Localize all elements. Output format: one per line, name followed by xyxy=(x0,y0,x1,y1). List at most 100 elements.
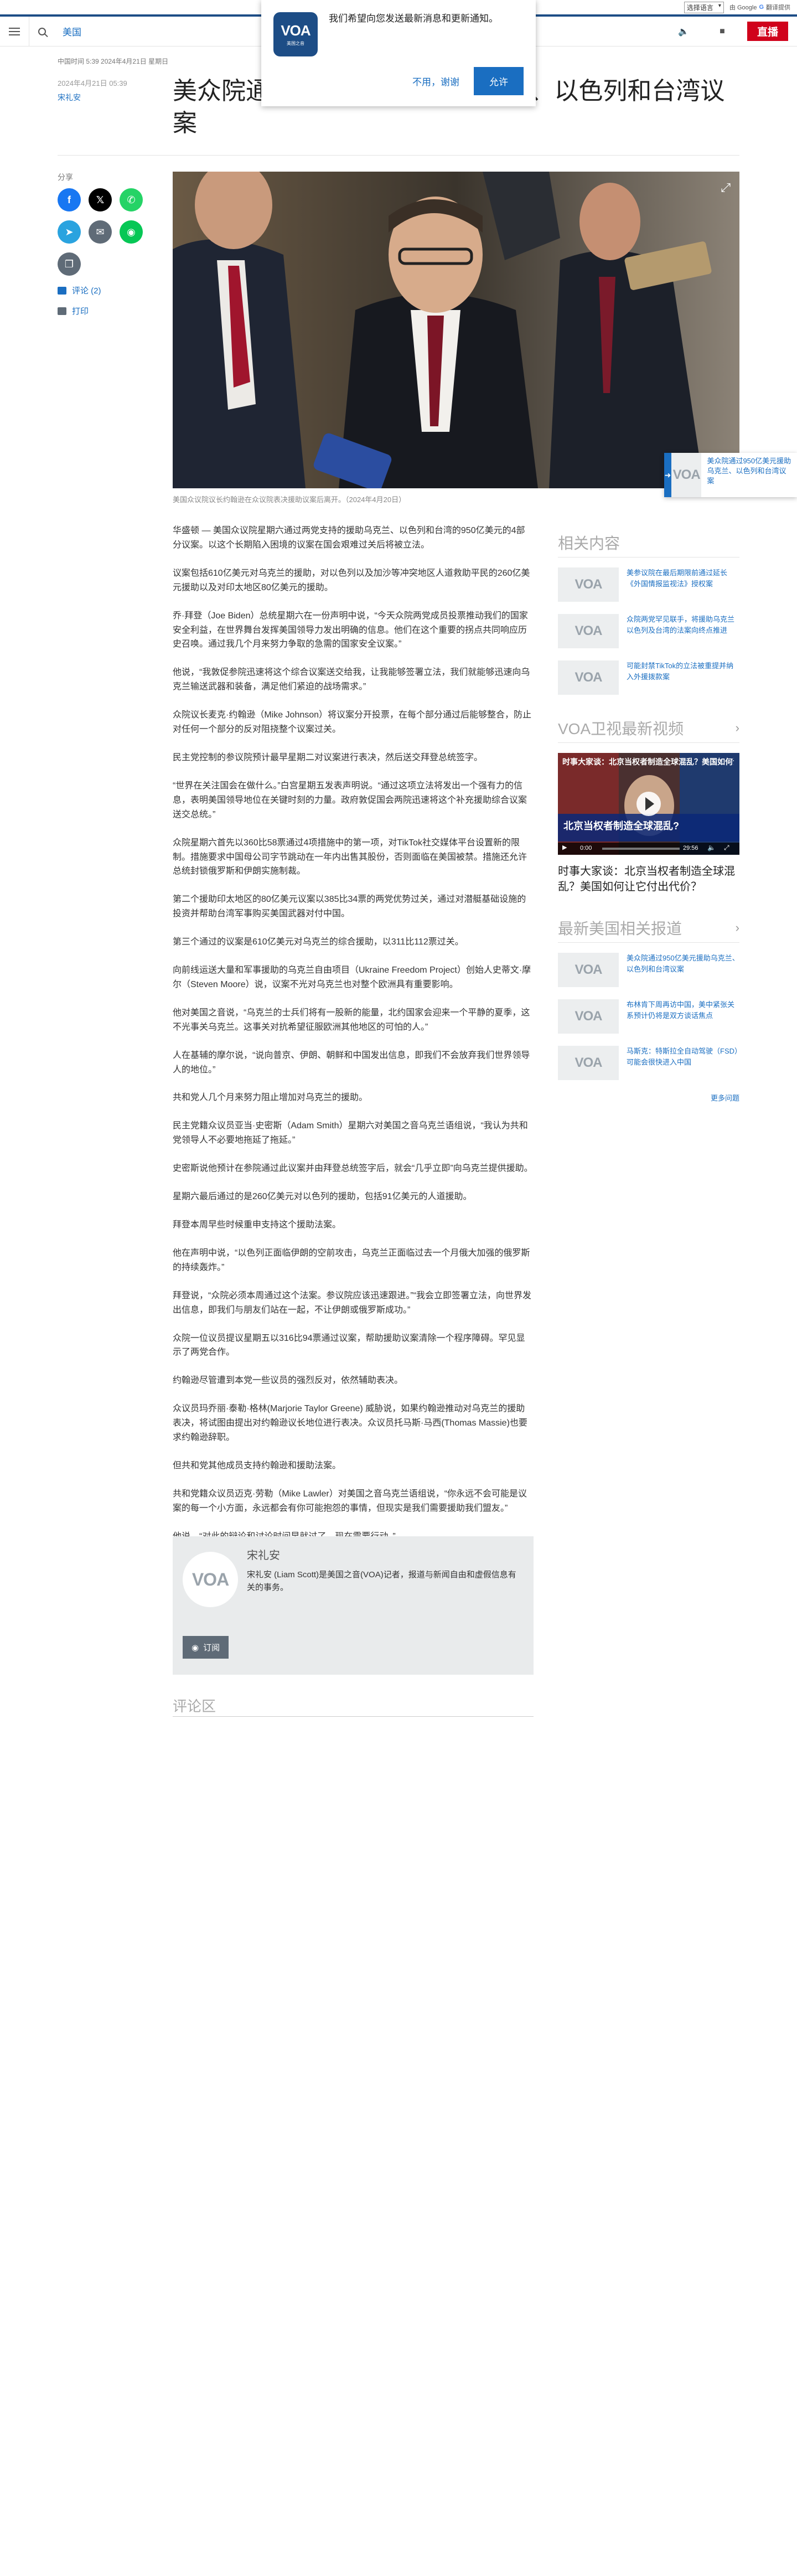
article-date: 2024年4月21日 05:39 xyxy=(58,79,127,87)
headline-divider xyxy=(58,155,739,156)
sidebar-item[interactable]: VOA 美众院通过950亿美元援助乌克兰、以色列和台湾议案 xyxy=(558,953,739,987)
search-icon[interactable] xyxy=(38,27,46,35)
author-name[interactable]: 宋礼安 xyxy=(247,1546,280,1562)
expand-icon[interactable]: ⤢ xyxy=(721,180,731,195)
video-duration: 29:56 xyxy=(683,845,698,851)
audio-icon[interactable]: 🔈 xyxy=(664,17,703,47)
video-section-title[interactable]: VOA卫视最新视频 › xyxy=(558,717,739,743)
article-paragraph: 向前线运送大量和军事援助的乌克兰自由项目（Ukraine Freedom Pro… xyxy=(173,966,531,989)
language-select[interactable]: 选择语言 xyxy=(684,1,724,13)
article-paragraph: 乔·拜登（Joe Biden）总统星期六在一份声明中说，“今天众院两党成员投票推… xyxy=(173,611,528,649)
sticky-title: 美众院通过950亿美元援助乌克兰、以色列和台湾议案 xyxy=(707,457,791,486)
sidebar-item-title: 马斯克：特斯拉全自动驾驶（FSD）可能会很快进入中国 xyxy=(627,1047,738,1066)
notification-permission-popup: VOA 美国之音 我们希望向您发送最新消息和更新通知。 不用，谢谢 允许 xyxy=(261,0,536,106)
article-paragraph: 众院一位议员提议星期五以316比94票通过议案，帮助援助议案清除一个程序障碍。罕… xyxy=(173,1333,525,1357)
notification-message: 我们希望向您发送最新消息和更新通知。 xyxy=(329,13,498,24)
article-photo[interactable]: ⤢ xyxy=(173,172,739,488)
video-thumbnail xyxy=(558,753,739,855)
sidebar-item[interactable]: VOA 马斯克：特斯拉全自动驾驶（FSD）可能会很快进入中国 xyxy=(558,1046,739,1080)
video-icon[interactable]: ■ xyxy=(703,17,742,47)
author-bio: 宋礼安 (Liam Scott)是美国之音(VOA)记者，报道与新闻自由和虚假信… xyxy=(247,1570,516,1593)
x-icon[interactable]: 𝕏 xyxy=(89,188,112,211)
sidebar-item[interactable]: VOA 众院两党罕见联手，将援助乌克兰以色列及台湾的法案向终点推进 xyxy=(558,614,739,648)
sidebar-item-thumbnail: VOA xyxy=(558,567,619,602)
article-meta-line: 中国时间 5:39 2024年4月21日 星期日 xyxy=(58,58,169,65)
author-link[interactable]: 宋礼安 xyxy=(58,92,81,103)
article-paragraph: 共和党人几个月来努力阻止增加对乌克兰的援助。 xyxy=(173,1093,368,1103)
voa-logo-placeholder: VOA xyxy=(575,1009,602,1024)
line-icon[interactable]: ◉ xyxy=(120,220,143,244)
translate-suffix: 翻译提供 xyxy=(766,4,790,11)
voa-logo-placeholder: VOA xyxy=(575,1055,602,1070)
author-box: VOA 宋礼安 宋礼安 (Liam Scott)是美国之音(VOA)记者，报道与… xyxy=(173,1536,534,1675)
voa-logo-placeholder: VOA xyxy=(575,623,602,638)
photo-caption: 美国众议院议长约翰逊在众议院表决援助议案后离开。（2024年4月20日） xyxy=(173,495,406,504)
fullscreen-icon[interactable]: ⤢ xyxy=(724,844,729,852)
section-link-us[interactable]: 美国 xyxy=(63,24,81,38)
article-body: 华盛顿 — 美国众议院星期六通过两党支持的援助乌克兰、以色列和台湾的950亿美元… xyxy=(173,524,534,1586)
rss-icon: ◉ xyxy=(192,1643,199,1653)
article-paragraph: 第三个通过的议案是610亿美元对乌克兰的综合援助，以311比112票过关。 xyxy=(173,937,464,947)
video-player[interactable]: 时事大家谈：北京当权者制造全球混乱？美国如何让它付出代价？ 北京当权者制造全球混… xyxy=(558,753,739,855)
voa-logo-placeholder: VOA xyxy=(575,577,602,592)
video-title[interactable]: 时事大家谈：北京当权者制造全球混乱？美国如何让它付出代价？ xyxy=(558,864,739,895)
email-icon[interactable]: ✉ xyxy=(89,220,112,244)
comment-icon xyxy=(58,286,66,295)
sidebar-item[interactable]: VOA 布林肯下周再访中国，美中紧张关系预计仍将是双方谈话焦点 xyxy=(558,999,739,1034)
subscribe-label: 订阅 xyxy=(203,1643,220,1653)
author-avatar: VOA xyxy=(183,1552,238,1607)
sidebar: 相关内容 VOA 美参议院在最后期限前通过延长《外国情报监视法》授权案 VOA 众院两… xyxy=(558,531,739,1103)
google-translate-credit: 由 Google G 翻译提供 xyxy=(729,3,790,12)
notification-actions: 不用，谢谢 允许 xyxy=(406,67,524,95)
volume-icon[interactable]: 🔈 xyxy=(707,844,716,851)
article-paragraph: 民主党控制的参议院预计最早星期二对议案进行表决，然后送交拜登总统签字。 xyxy=(173,752,483,762)
sidebar-item-thumbnail: VOA xyxy=(558,953,619,987)
comments-link-label: 评论 (2) xyxy=(72,286,101,296)
article-paragraph: 第二个援助印太地区的80亿美元议案以385比34票的两党优势过关，通过对潜艇基础… xyxy=(173,895,526,919)
sidebar-item-title: 可能封禁TikTok的立法被重提并纳入外援拨款案 xyxy=(627,662,734,681)
voa-logo-subtext: 美国之音 xyxy=(287,41,304,46)
article-paragraph: 拜登说，“众院必须本周通过这个法案。参议院应该迅速跟进。”“我会立即签署立法，向… xyxy=(173,1290,531,1315)
share-panel: 分享 f 𝕏 ✆ ➤ ✉ ◉ ❐ 评论 (2) 打印 xyxy=(58,172,163,326)
menu-icon[interactable] xyxy=(9,27,20,35)
article-paragraph: 他对美国之音说，“乌克兰的士兵们将有一股新的能量，北约国家会迎来一个平静的夏季，… xyxy=(173,1008,530,1032)
sidebar-item[interactable]: VOA 美参议院在最后期限前通过延长《外国情报监视法》授权案 xyxy=(558,567,739,602)
facebook-icon[interactable]: f xyxy=(58,188,81,211)
sidebar-item-title: 布林肯下周再访中国，美中紧张关系预计仍将是双方谈话焦点 xyxy=(627,1000,735,1020)
article-paragraph: 众议员玛乔丽·泰勒·格林(Marjorie Taylor Greene) 威胁说… xyxy=(173,1404,527,1443)
live-button[interactable]: 直播 xyxy=(747,22,788,41)
video-caption: 北京当权者制造全球混乱? xyxy=(563,820,679,832)
print-link[interactable]: 打印 xyxy=(58,305,163,317)
comments-link[interactable]: 评论 (2) xyxy=(58,285,163,296)
voa-logo-placeholder: VOA xyxy=(575,962,602,977)
telegram-icon[interactable]: ➤ xyxy=(58,220,81,244)
deny-notifications-button[interactable]: 不用，谢谢 xyxy=(406,69,466,94)
article-paragraph: 但共和党其他成员支持约翰逊和援助法案。 xyxy=(173,1460,341,1470)
comments-title: 评论区 xyxy=(173,1698,216,1715)
article-paragraph: 共和党籍众议员迈克·劳勒（Mike Lawler）对美国之音乌克兰语组说，“你永… xyxy=(173,1489,527,1513)
print-link-label: 打印 xyxy=(72,307,89,316)
article-paragraph: 约翰逊尽管遭到本党一些议员的强烈反对，依然辅助表决。 xyxy=(173,1376,403,1386)
more-link[interactable]: 更多问题 xyxy=(558,1092,739,1103)
latest-title[interactable]: 最新美国相关报道 › xyxy=(558,917,739,943)
related-title-text: 相关内容 xyxy=(558,535,620,552)
collapse-arrow-icon[interactable]: ➜ xyxy=(664,453,671,497)
allow-notifications-button[interactable]: 允许 xyxy=(474,67,524,95)
article-paragraph: 华盛顿 — 美国众议院星期六通过两党支持的援助乌克兰、以色列和台湾的950亿美元… xyxy=(173,526,525,550)
sidebar-item[interactable]: VOA 可能封禁TikTok的立法被重提并纳入外援拨款案 xyxy=(558,660,739,695)
voa-logo-text: VOA xyxy=(281,22,310,39)
article-paragraph: “世界在关注国会在做什么。”白宫星期五发表声明说。“通过这项立法将发出一个强有力… xyxy=(173,781,527,819)
print-icon xyxy=(58,307,66,315)
play-icon[interactable]: ▶ xyxy=(562,844,567,851)
subscribe-button[interactable]: ◉ 订阅 xyxy=(183,1636,229,1659)
sticky-now-reading[interactable]: ➜ VOA 美众院通过950亿美元援助乌克兰、以色列和台湾议案 xyxy=(664,453,797,497)
sidebar-item-thumbnail: VOA xyxy=(558,1046,619,1080)
article-paragraph: 议案包括610亿美元对乌克兰的援助，对以色列以及加沙等冲突地区人道救助平民的26… xyxy=(173,568,530,592)
article-paragraph: 星期六最后通过的是260亿美元对以色列的援助，包括91亿美元的人道援助。 xyxy=(173,1192,472,1202)
copy-link-icon[interactable]: ❐ xyxy=(58,252,81,276)
nav-right: 🔈 ■ 直播 xyxy=(664,17,788,47)
whatsapp-icon[interactable]: ✆ xyxy=(120,188,143,211)
sidebar-item-title: 美参议院在最后期限前通过延长《外国情报监视法》授权案 xyxy=(627,569,728,588)
sidebar-item-title: 众院两党罕见联手，将援助乌克兰以色列及台湾的法案向终点推进 xyxy=(627,615,735,634)
translate-prefix: 由 Google xyxy=(729,4,757,11)
